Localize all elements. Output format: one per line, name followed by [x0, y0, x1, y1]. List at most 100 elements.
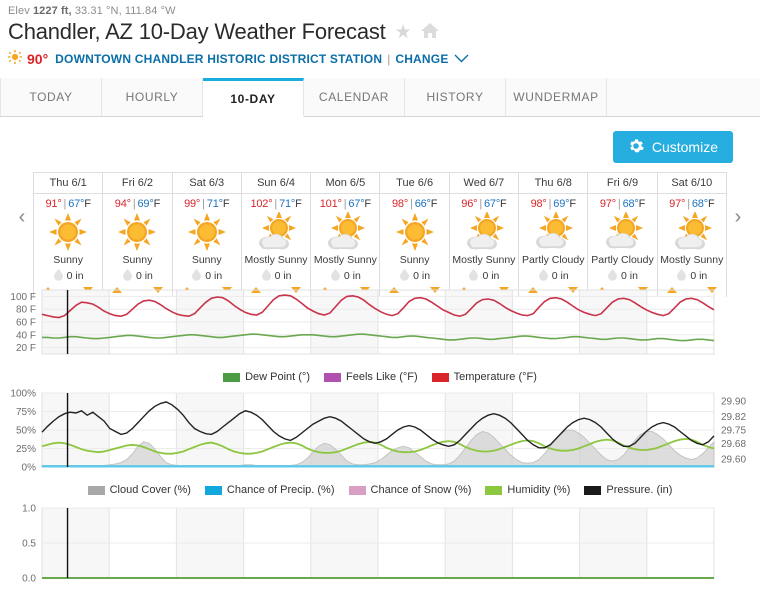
- gear-icon: [628, 138, 644, 157]
- forecast-day-card[interactable]: Fri 6/2 94° | 69°F Sunny 0 in: [103, 172, 173, 297]
- day-unit: F: [295, 198, 302, 210]
- day-temperatures: 101° | 67°F: [319, 198, 371, 210]
- forecast-day-card[interactable]: Mon 6/5 101° | 67°F Mostly Sunny 0 in: [311, 172, 381, 297]
- tab-10-day[interactable]: 10-DAY: [203, 78, 304, 117]
- forecast-days: Thu 6/1 91° | 67°F Sunny 0 in Fri 6/2 94° |…: [33, 172, 727, 297]
- conditions-chart: 0% 25% 50% 75% 100% 29.60 29.68 29.75 29.82 29.90…: [0, 387, 760, 500]
- coordinates: 33.31 °N, 111.84 °W: [74, 5, 176, 17]
- day-condition: Mostly Sunny: [244, 254, 308, 266]
- precip-value: 0 in: [135, 270, 153, 282]
- tab-label: WUNDERMAP: [513, 90, 599, 104]
- next-days-arrow[interactable]: ›: [726, 206, 750, 229]
- day-low: 67°: [68, 198, 85, 210]
- mostly-sunny-icon: [311, 211, 379, 253]
- forecast-day-card[interactable]: Sat 6/10 97° | 68°F Mostly Sunny 0 in: [657, 172, 727, 297]
- temperature-chart-legend: Dew Point (°) Feels Like (°F) Temperature …: [0, 367, 760, 387]
- forecast-day-card[interactable]: Tue 6/6 98° | 66°F Sunny 0 in: [380, 172, 450, 297]
- day-condition: Partly Cloudy: [591, 254, 654, 266]
- legend-item-conditions[interactable]: Cloud Cover (%): [87, 484, 191, 496]
- day-high: 98°: [391, 198, 409, 210]
- legend-item-conditions[interactable]: Chance of Precip. (%): [204, 484, 335, 496]
- tab-calendar[interactable]: CALENDAR: [304, 78, 405, 116]
- station-name-link[interactable]: DOWNTOWN CHANDLER HISTORIC DISTRICT STAT…: [55, 52, 382, 66]
- day-name: Thu 6/8: [519, 172, 588, 194]
- day-high: 97°: [599, 198, 616, 210]
- day-unit: F: [364, 198, 371, 210]
- day-low: 68°: [691, 198, 708, 210]
- tab-wundermap[interactable]: WUNDERMAP: [506, 78, 607, 116]
- day-unit: F: [707, 198, 715, 210]
- change-station-link[interactable]: CHANGE: [395, 52, 448, 66]
- day-low: 67°: [348, 198, 365, 210]
- day-condition: Mostly Sunny: [452, 254, 516, 266]
- day-name: Thu 6/1: [34, 172, 103, 194]
- legend-swatch: [431, 372, 449, 382]
- day-name: Sat 6/3: [172, 172, 241, 194]
- forecast-day-card[interactable]: Fri 6/9 97° | 68°F Partly Cloudy 0 in: [588, 172, 658, 297]
- y-axis-tick-label: 60 F: [16, 318, 36, 329]
- mostly-sunny-icon: [450, 211, 518, 253]
- y-axis-tick-label: 100%: [10, 389, 36, 400]
- accumulation-chart-svg[interactable]: 0.0 0.5 1.0: [0, 500, 760, 586]
- day-name: Mon 6/5: [311, 172, 380, 194]
- legend-label: Chance of Precip. (%): [226, 484, 335, 496]
- mostly-sunny-icon: [242, 211, 310, 253]
- prev-days-arrow[interactable]: ‹: [10, 206, 34, 229]
- legend-swatch: [87, 485, 105, 495]
- star-icon[interactable]: ★: [395, 23, 412, 42]
- day-condition: Sunny: [399, 254, 430, 266]
- day-low: 69°: [553, 198, 570, 210]
- conditions-chart-svg[interactable]: 0% 25% 50% 75% 100% 29.60 29.68 29.75 29.82 29.90: [0, 387, 760, 475]
- precip-value: 0 in: [690, 270, 708, 282]
- customize-bar: Customize: [0, 117, 760, 172]
- legend-swatch: [223, 372, 241, 382]
- legend-swatch: [485, 485, 503, 495]
- y-axis-tick-label: 0%: [22, 463, 37, 474]
- day-temperatures: 94° | 69°F: [114, 198, 161, 210]
- forecast-day-card[interactable]: Sat 6/3 99° | 71°F Sunny 0 in: [172, 172, 242, 297]
- precip-value: 0 in: [482, 270, 500, 282]
- legend-item-temperature[interactable]: Dew Point (°): [223, 371, 310, 383]
- tab-hourly[interactable]: HOURLY: [102, 78, 203, 116]
- tab-label: CALENDAR: [318, 90, 390, 104]
- forecast-day-card[interactable]: Thu 6/1 91° | 67°F Sunny 0 in: [34, 172, 104, 297]
- y2-axis-tick-label: 29.90: [721, 396, 746, 407]
- legend-item-conditions[interactable]: Chance of Snow (%): [348, 484, 471, 496]
- legend-swatch: [204, 485, 222, 495]
- y-axis-tick-label: 75%: [16, 407, 36, 418]
- customize-label: Customize: [651, 139, 718, 155]
- legend-label: Feels Like (°F): [346, 371, 418, 383]
- day-high: 99°: [184, 198, 201, 210]
- forecast-day-card[interactable]: Wed 6/7 96° | 67°F Mostly Sunny 0 in: [449, 172, 520, 297]
- y-axis-tick-label: 40 F: [16, 330, 36, 341]
- y-axis-tick-label: 1.0: [22, 504, 36, 515]
- legend-item-conditions[interactable]: Humidity (%): [485, 484, 570, 496]
- forecast-day-card[interactable]: Thu 6/8 98° | 69°F Partly Cloudy 0 in: [519, 172, 589, 297]
- day-name: Sat 6/10: [657, 172, 726, 194]
- title-row: Chandler, AZ 10-Day Weather Forecast ★: [0, 17, 760, 45]
- day-name: Tue 6/6: [380, 172, 449, 194]
- legend-item-conditions[interactable]: Pressure. (in): [584, 484, 672, 496]
- forecast-day-card[interactable]: Sun 6/4 102° | 71°F Mostly Sunny 0 in: [241, 172, 312, 297]
- day-temperatures: 91° | 67°F: [45, 198, 91, 210]
- temperature-chart-svg[interactable]: 20 F 40 F60 F 80 F 100 F: [0, 282, 760, 362]
- day-temperatures: 98° | 66°F: [391, 198, 438, 210]
- elevation-info: Elev 1227 ft, 33.31 °N, 111.84 °W: [0, 0, 760, 17]
- legend-item-temperature[interactable]: Temperature (°F): [431, 371, 537, 383]
- customize-button[interactable]: Customize: [612, 131, 733, 163]
- accumulation-chart: 0.0 0.5 1.0: [0, 500, 760, 591]
- y-axis-tick-label: 0.0: [22, 574, 36, 585]
- precip-value: 0 in: [66, 270, 84, 282]
- chevron-down-icon[interactable]: [454, 52, 469, 66]
- day-unit: F: [500, 198, 507, 210]
- mostly-sunny-icon: [658, 211, 726, 253]
- legend-item-temperature[interactable]: Feels Like (°F): [324, 371, 418, 383]
- tab-label: HOURLY: [125, 90, 179, 104]
- tab-today[interactable]: TODAY: [0, 78, 102, 116]
- day-low: 69°: [137, 198, 154, 210]
- tab-history[interactable]: HISTORY: [405, 78, 506, 116]
- precip-value: 0 in: [205, 270, 223, 282]
- tabs-filler: [607, 78, 760, 116]
- home-icon[interactable]: [420, 21, 440, 44]
- day-condition: Sunny: [191, 254, 222, 266]
